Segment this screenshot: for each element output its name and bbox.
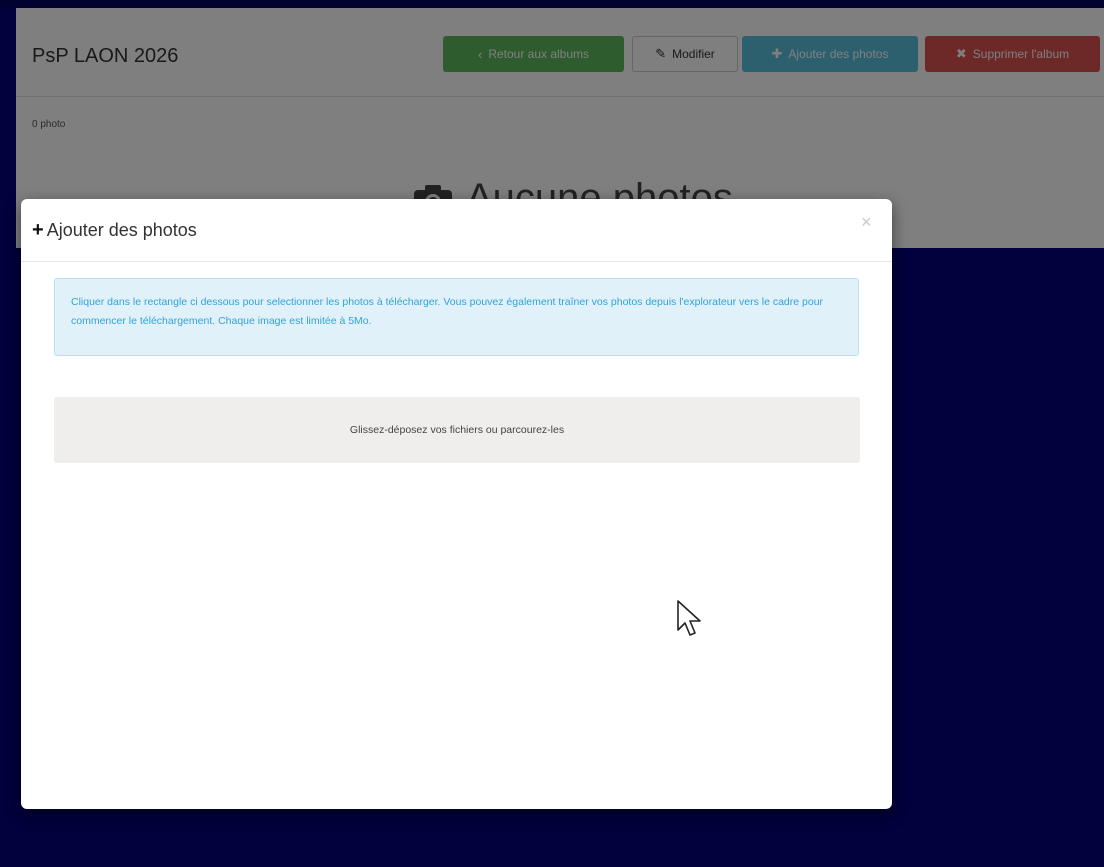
- modal-header: + Ajouter des photos ×: [21, 199, 892, 262]
- add-photos-modal: + Ajouter des photos × Cliquer dans le r…: [21, 199, 892, 809]
- close-modal-button[interactable]: ×: [861, 213, 872, 231]
- dropzone-label: Glissez-déposez vos fichiers ou parcoure…: [349, 424, 565, 436]
- modal-title-text: Ajouter des photos: [46, 220, 197, 240]
- plus-icon: +: [32, 219, 44, 241]
- modal-title: + Ajouter des photos: [32, 219, 197, 242]
- mouse-pointer-icon: [677, 600, 701, 636]
- photo-dropzone[interactable]: Glissez-déposez vos fichiers ou parcoure…: [54, 397, 860, 463]
- upload-info-alert: Cliquer dans le rectangle ci dessous pou…: [54, 278, 859, 356]
